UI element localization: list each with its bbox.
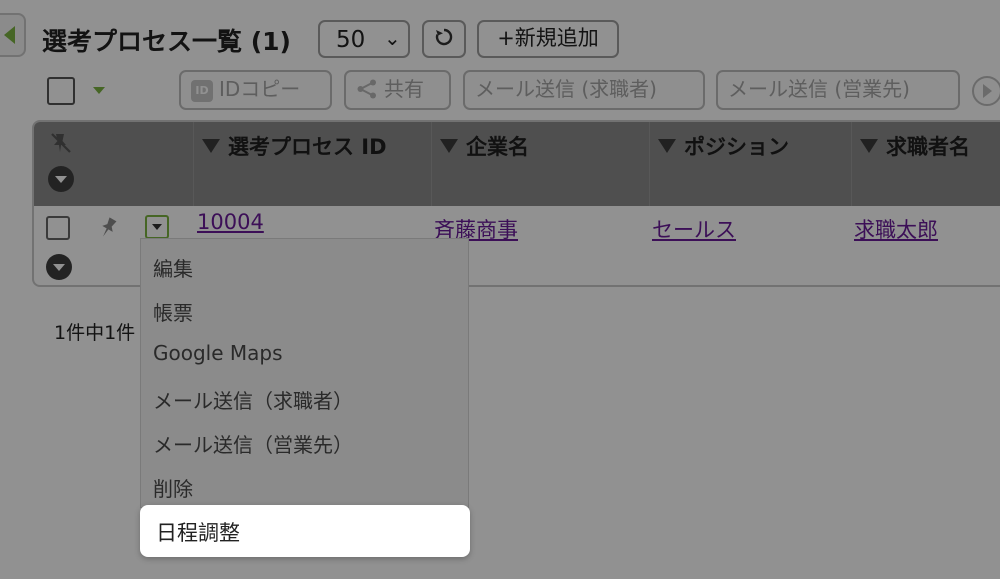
header-options-dropdown-icon[interactable] bbox=[48, 166, 74, 192]
page-title: 選考プロセス一覧 (1) bbox=[42, 27, 291, 56]
page-size-value: 50 bbox=[336, 27, 366, 53]
column-candidate[interactable]: 求職者名 bbox=[852, 122, 1000, 206]
column-position[interactable]: ポジション bbox=[650, 122, 852, 206]
column-label-position: ポジション bbox=[684, 135, 789, 159]
column-label-company: 企業名 bbox=[466, 135, 529, 159]
column-process-id[interactable]: 選考プロセス ID bbox=[194, 122, 432, 206]
menu-item-edit[interactable]: 編集 bbox=[153, 253, 193, 282]
sort-icon bbox=[202, 139, 220, 153]
mail-sales-button[interactable]: メール送信 (営業先) bbox=[716, 70, 960, 110]
page-size-select[interactable]: 50 ⌄ bbox=[318, 20, 410, 58]
row-menu-button[interactable] bbox=[145, 215, 169, 239]
unpin-icon[interactable] bbox=[48, 130, 74, 156]
menu-item-schedule[interactable]: 日程調整 bbox=[140, 505, 470, 557]
pin-icon[interactable] bbox=[94, 214, 122, 242]
share-button[interactable]: 共有 bbox=[344, 70, 451, 110]
select-menu-dropdown-icon[interactable] bbox=[93, 87, 105, 94]
sort-icon bbox=[658, 139, 676, 153]
position-link[interactable]: セールス bbox=[652, 214, 736, 244]
next-arrow-icon bbox=[983, 84, 992, 98]
result-count: 1件中1件 bbox=[54, 322, 136, 344]
add-new-button[interactable]: +新規追加 bbox=[477, 20, 619, 58]
refresh-icon bbox=[435, 28, 453, 46]
id-copy-button[interactable]: ID IDコピー bbox=[179, 70, 332, 110]
chevron-down-icon: ⌄ bbox=[384, 26, 401, 50]
row-checkbox[interactable] bbox=[46, 216, 70, 240]
id-icon: ID bbox=[191, 80, 213, 102]
column-label-process-id: 選考プロセス ID bbox=[228, 135, 387, 159]
mail-candidate-button[interactable]: メール送信 (求職者) bbox=[463, 70, 705, 110]
column-label-candidate: 求職者名 bbox=[886, 135, 970, 159]
select-all-checkbox[interactable] bbox=[47, 77, 75, 105]
menu-item-delete[interactable]: 削除 bbox=[153, 473, 193, 502]
table-header: 選考プロセス ID 企業名 ポジション 求職者名 bbox=[34, 122, 1000, 206]
sort-icon bbox=[860, 139, 878, 153]
sort-icon bbox=[440, 139, 458, 153]
menu-item-mail-sales[interactable]: メール送信（営業先） bbox=[153, 429, 353, 458]
id-copy-label: IDコピー bbox=[219, 77, 301, 101]
column-company[interactable]: 企業名 bbox=[432, 122, 650, 206]
row-expand-dropdown-icon[interactable] bbox=[46, 254, 72, 280]
menu-item-schedule-label: 日程調整 bbox=[156, 521, 240, 545]
back-arrow-icon bbox=[4, 26, 15, 44]
process-id-link[interactable]: 10004 bbox=[197, 210, 264, 234]
menu-item-google-maps[interactable]: Google Maps bbox=[153, 341, 283, 365]
back-button[interactable] bbox=[0, 13, 26, 57]
share-label: 共有 bbox=[384, 77, 424, 101]
process-list-page: 選考プロセス一覧 (1) 50 ⌄ +新規追加 ID IDコピー 共有 メール送信… bbox=[0, 0, 1000, 579]
header-control-column bbox=[34, 122, 194, 206]
toolbar-next-button[interactable] bbox=[972, 76, 1000, 106]
share-icon bbox=[356, 72, 378, 107]
refresh-button[interactable] bbox=[422, 20, 466, 58]
menu-item-mail-candidate[interactable]: メール送信（求職者） bbox=[153, 385, 353, 414]
candidate-link[interactable]: 求職太郎 bbox=[854, 214, 938, 244]
menu-item-report[interactable]: 帳票 bbox=[153, 297, 193, 326]
